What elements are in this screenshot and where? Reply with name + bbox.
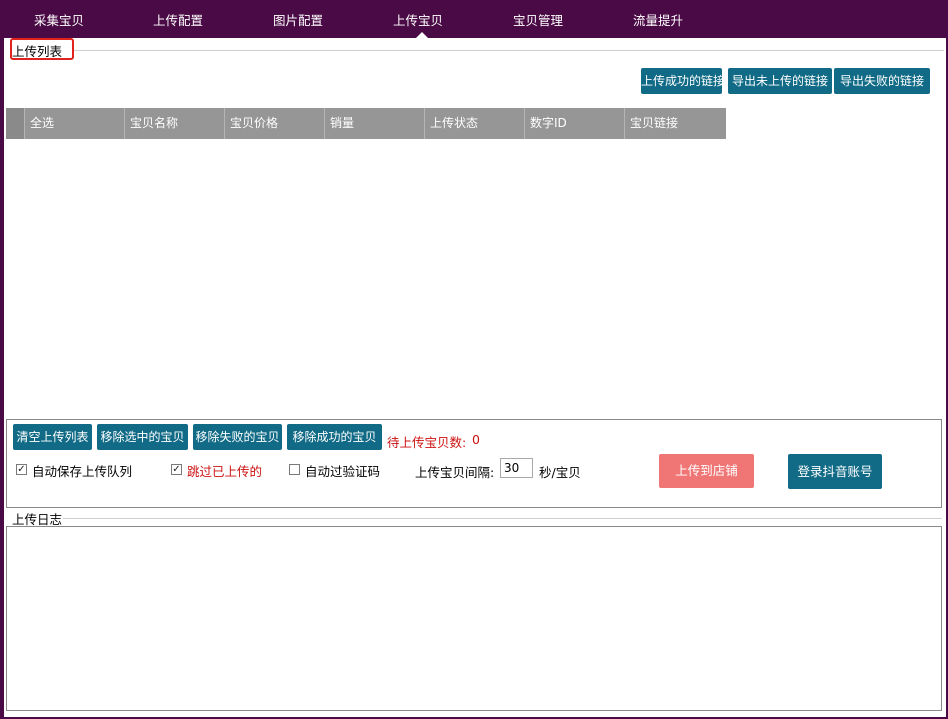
tab-upload-config[interactable]: 上传配置 (153, 10, 203, 29)
column-item-name[interactable]: 宝贝名称 (124, 108, 224, 139)
column-sales[interactable]: 销量 (324, 108, 424, 139)
interval-unit: 秒/宝贝 (539, 465, 581, 480)
column-numeric-id[interactable]: 数字ID (524, 108, 624, 139)
export-failed-links-button[interactable]: 导出失败的链接 (834, 68, 930, 94)
upload-log-area[interactable] (6, 526, 942, 711)
upload-table-body[interactable] (6, 139, 942, 415)
section-divider (72, 50, 944, 51)
login-douyin-button[interactable]: 登录抖音账号 (788, 454, 882, 489)
remove-failed-button[interactable]: 移除失败的宝贝 (193, 424, 282, 450)
upload-controls-box: 清空上传列表 移除选中的宝贝 移除失败的宝贝 移除成功的宝贝 待上传宝贝数: 0… (6, 419, 942, 508)
pending-count-label: 待上传宝贝数: (387, 435, 467, 450)
skip-uploaded-label: 跳过已上传的 (187, 464, 263, 479)
column-upload-status[interactable]: 上传状态 (424, 108, 524, 139)
export-success-links-button[interactable]: 上传成功的链接 (641, 68, 722, 94)
interval-input[interactable] (500, 458, 533, 478)
top-nav: 采集宝贝 上传配置 图片配置 上传宝贝 宝贝管理 流量提升 (0, 0, 948, 39)
upload-table-header: 全选 宝贝名称 宝贝价格 销量 上传状态 数字ID 宝贝链接 (6, 108, 726, 139)
row-selector-column (6, 108, 24, 139)
skip-uploaded-checkbox[interactable]: ✓ (171, 464, 182, 475)
column-item-price[interactable]: 宝贝价格 (224, 108, 324, 139)
clear-upload-list-button[interactable]: 清空上传列表 (13, 424, 92, 450)
title-highlight-box (10, 38, 74, 60)
column-item-link[interactable]: 宝贝链接 (624, 108, 726, 139)
log-divider (62, 518, 942, 519)
auto-save-checkbox[interactable]: ✓ (16, 464, 27, 475)
main-panel: 上传列表 上传成功的链接 导出未上传的链接 导出失败的链接 全选 宝贝名称 宝贝… (4, 38, 946, 717)
tab-collect[interactable]: 采集宝贝 (34, 10, 84, 29)
interval-label: 上传宝贝间隔: (415, 465, 495, 480)
upload-to-store-button[interactable]: 上传到店铺 (659, 454, 754, 488)
export-not-uploaded-links-button[interactable]: 导出未上传的链接 (728, 68, 832, 94)
remove-success-button[interactable]: 移除成功的宝贝 (287, 424, 382, 450)
tab-traffic-boost[interactable]: 流量提升 (633, 10, 683, 29)
auto-save-label: 自动保存上传队列 (32, 464, 133, 479)
tab-upload-items[interactable]: 上传宝贝 (393, 10, 443, 29)
remove-selected-button[interactable]: 移除选中的宝贝 (97, 424, 188, 450)
auto-captcha-label: 自动过验证码 (305, 464, 381, 479)
tab-item-management[interactable]: 宝贝管理 (513, 10, 563, 29)
tab-image-config[interactable]: 图片配置 (273, 10, 323, 29)
pending-count-value: 0 (472, 432, 480, 447)
column-select-all[interactable]: 全选 (24, 108, 124, 139)
auto-captcha-checkbox[interactable] (289, 464, 300, 475)
